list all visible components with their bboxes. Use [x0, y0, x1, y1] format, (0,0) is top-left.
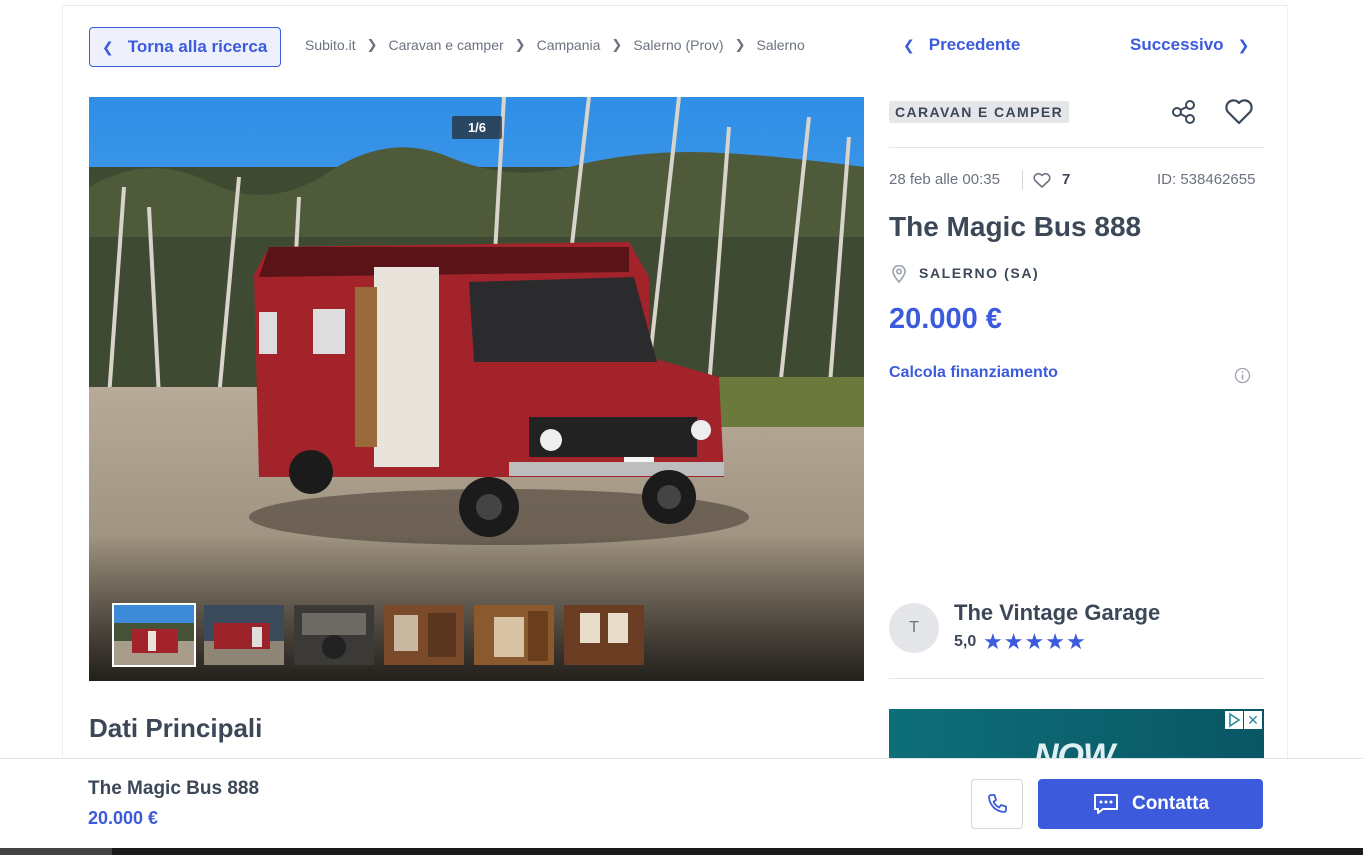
star-icon: ★ — [1045, 629, 1065, 654]
thumbnail-6[interactable] — [564, 605, 644, 665]
taskbar — [0, 848, 1363, 855]
thumbnail-image — [114, 605, 194, 665]
ad-title: The Magic Bus 888 — [889, 211, 1142, 242]
chevron-right-icon: ❯ — [514, 37, 526, 52]
main-photo — [89, 97, 864, 681]
info-icon[interactable] — [1234, 367, 1251, 384]
seller-rating: 5,0 — [954, 633, 977, 650]
breadcrumb-item[interactable]: Subito.it — [305, 37, 356, 53]
avatar[interactable]: T — [889, 603, 939, 653]
location-pin-icon — [892, 265, 906, 283]
chevron-left-icon: ❮ — [102, 38, 114, 55]
thumbnail-5[interactable] — [474, 605, 554, 665]
back-to-search-button[interactable]: ❮ Torna alla ricerca — [89, 27, 281, 67]
breadcrumb-item[interactable]: Caravan e camper — [389, 37, 504, 53]
back-to-search-label: Torna alla ricerca — [127, 37, 268, 56]
ad-id: ID: 538462655 — [1157, 171, 1256, 188]
chevron-right-icon: ❯ — [366, 37, 378, 52]
thumbnail-3[interactable] — [294, 605, 374, 665]
thumbnail-1[interactable] — [112, 603, 196, 667]
chevron-left-icon: ❮ — [903, 36, 915, 53]
thumbnail-image — [564, 605, 644, 665]
thumbnail-image — [294, 605, 374, 665]
chevron-right-icon: ❯ — [611, 37, 623, 52]
star-icon: ★ — [1003, 629, 1024, 654]
sticky-price: 20.000 € — [88, 808, 159, 828]
category-badge: CARAVAN E CAMPER — [889, 101, 1070, 123]
publish-date: 28 feb alle 00:35 — [889, 171, 1000, 188]
previous-ad-link[interactable]: ❮ Precedente — [903, 35, 1020, 55]
thumbnail-strip — [112, 603, 644, 667]
breadcrumb-item[interactable]: Salerno (Prov) — [633, 37, 723, 53]
ad-choices-icon[interactable] — [1225, 711, 1243, 729]
thumbnail-image — [474, 605, 554, 665]
top-divider — [62, 5, 1288, 6]
heart-icon — [1225, 99, 1253, 125]
chevron-right-icon: ❯ — [734, 37, 746, 52]
heart-icon — [1033, 172, 1051, 188]
close-icon[interactable]: ✕ — [1244, 711, 1262, 729]
content-border-right — [1287, 5, 1288, 765]
thumbnail-4[interactable] — [384, 605, 464, 665]
sticky-contact-bar: The Magic Bus 888 20.000 € Contatta — [0, 758, 1363, 848]
divider — [889, 147, 1264, 148]
seller-name[interactable]: The Vintage Garage — [954, 600, 1160, 626]
chevron-right-icon: ❯ — [1237, 36, 1250, 53]
star-icon: ★ — [1024, 629, 1045, 654]
price: 20.000 € — [889, 303, 1002, 335]
phone-button[interactable] — [971, 779, 1023, 829]
star-icon: ★ — [1065, 629, 1086, 654]
breadcrumb-item[interactable]: Salerno — [756, 37, 804, 53]
favorites-count: 7 — [1062, 171, 1071, 188]
next-ad-label: Successivo — [1130, 35, 1224, 54]
favorite-button[interactable] — [1224, 98, 1254, 126]
taskbar-segment — [0, 848, 112, 855]
content-border-left — [62, 5, 63, 765]
breadcrumb-item[interactable]: Campania — [537, 37, 601, 53]
section-title: Dati Principali — [89, 713, 263, 743]
rating-stars: ★ ★ ★ ★ ★ — [983, 631, 1086, 653]
chat-icon — [1093, 794, 1118, 814]
image-counter: 1/6 — [452, 116, 502, 139]
ad-choices-glyph — [1229, 712, 1241, 728]
divider — [889, 678, 1264, 679]
sticky-ad-title: The Magic Bus 888 — [88, 778, 260, 799]
next-ad-link[interactable]: Successivo ❯ — [1130, 35, 1249, 55]
image-gallery[interactable] — [89, 97, 864, 681]
previous-ad-label: Precedente — [928, 35, 1021, 54]
breadcrumb: Subito.it ❯ Caravan e camper ❯ Campania … — [305, 37, 805, 53]
location: SALERNO (SA) — [919, 265, 1040, 281]
share-button[interactable] — [1170, 98, 1198, 126]
share-icon — [1172, 100, 1195, 124]
thumbnail-image — [384, 605, 464, 665]
divider — [1022, 170, 1023, 190]
contact-button-label: Contatta — [1131, 793, 1210, 814]
contact-button[interactable]: Contatta — [1038, 779, 1263, 829]
thumbnail-image — [204, 605, 284, 665]
phone-icon — [988, 794, 1007, 813]
thumbnail-2[interactable] — [204, 605, 284, 665]
star-icon: ★ — [983, 629, 1003, 654]
financing-link[interactable]: Calcola finanziamento — [889, 364, 1058, 382]
